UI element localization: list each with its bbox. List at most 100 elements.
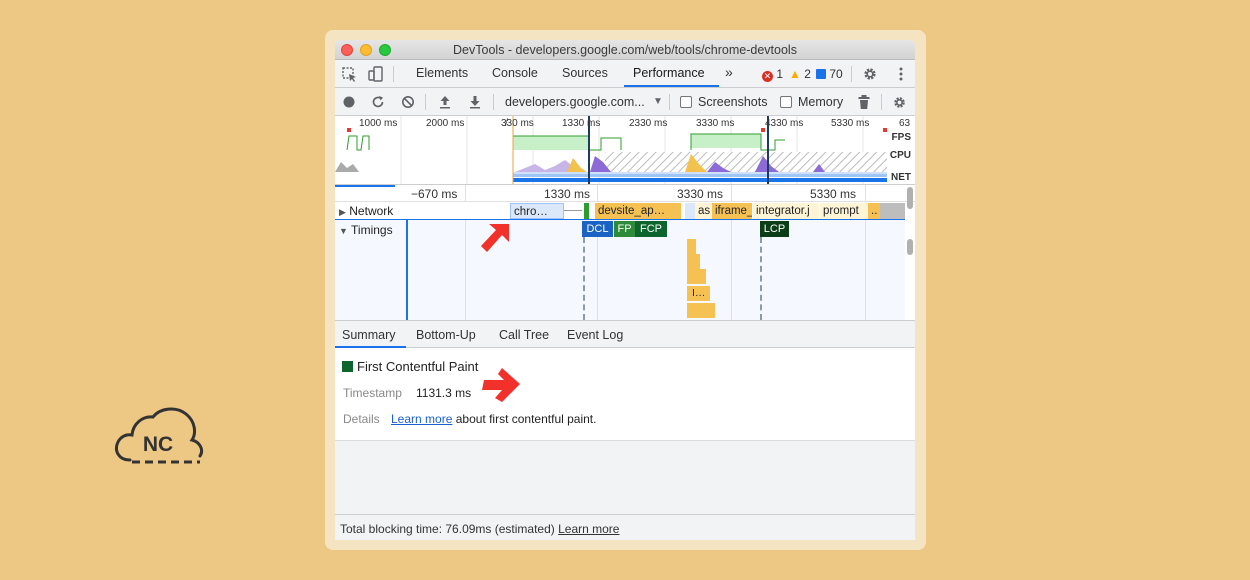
empty-details-area	[335, 440, 915, 514]
screenshots-checkbox[interactable]	[680, 96, 692, 108]
network-track-label: Network	[349, 204, 394, 218]
title-bar: DevTools - developers.google.com/web/too…	[335, 40, 915, 60]
performance-toolbar: developers.google.com... ▼ Screenshots M…	[335, 88, 915, 116]
footer-learn-more-link[interactable]: Learn more	[558, 522, 619, 536]
panel-tab-bar: Elements Console Sources Performance » ✕…	[335, 60, 915, 88]
ruler-tick: 5330 ms	[810, 187, 857, 201]
tab-console[interactable]: Console	[492, 66, 538, 80]
tab-elements[interactable]: Elements	[416, 66, 468, 80]
upload-icon[interactable]	[438, 95, 452, 109]
overview-tick: 2330 ms	[629, 118, 668, 129]
details-text: about first contentful paint.	[455, 412, 597, 426]
message-count: 70	[829, 67, 843, 81]
nc-cloud-logo: NC	[115, 407, 204, 464]
timeline-ruler: −670 ms 1330 ms 3330 ms 5330 ms	[335, 184, 915, 203]
cpu-label: CPU	[889, 150, 911, 161]
tab-summary[interactable]: Summary	[342, 328, 395, 342]
network-request-bar[interactable]: iframe_	[712, 203, 752, 219]
chevron-down-icon[interactable]: ▼	[653, 96, 663, 107]
url-select[interactable]: developers.google.com...	[505, 95, 645, 109]
overview-tick: 4330 ms	[765, 118, 804, 129]
more-options-icon[interactable]	[893, 66, 909, 82]
overview-tick: 1330 ms	[562, 118, 601, 129]
ruler-tick: 3330 ms	[677, 187, 724, 201]
flame-scrollbar[interactable]	[907, 187, 913, 319]
network-request-bar[interactable]: ..	[868, 203, 880, 219]
ruler-tick: 1330 ms	[544, 187, 591, 201]
device-toolbar-icon[interactable]	[368, 66, 384, 82]
record-icon[interactable]	[342, 95, 356, 109]
overview-tick: 3330 ms	[696, 118, 735, 129]
screenshots-label: Screenshots	[698, 95, 768, 109]
fcp-marker[interactable]: FCP	[635, 221, 667, 237]
window-title: DevTools - developers.google.com/web/too…	[453, 43, 797, 57]
fps-label: FPS	[891, 132, 911, 143]
learn-more-link[interactable]: Learn more	[391, 412, 452, 426]
message-count-badge[interactable]: 70	[816, 67, 843, 81]
tab-sources[interactable]: Sources	[562, 66, 608, 80]
total-blocking-time: Total blocking time: 76.09ms (estimated)…	[340, 522, 619, 536]
summary-title: First Contentful Paint	[342, 359, 478, 374]
error-count-badge[interactable]: ✕ 1	[762, 67, 783, 82]
trash-icon[interactable]	[857, 94, 871, 110]
flame-block[interactable]	[687, 254, 700, 269]
selection-start-line	[406, 220, 408, 320]
tab-performance[interactable]: Performance	[633, 66, 705, 80]
timeline-overview[interactable]: 1000 ms 2000 ms 3̸30 ms 1330 ms 2330 ms …	[335, 116, 915, 184]
flame-block[interactable]	[687, 303, 715, 318]
message-icon	[816, 69, 826, 79]
timestamp-value: 1131.3 ms	[416, 386, 472, 400]
settings-gear-icon[interactable]	[862, 66, 878, 82]
timings-track-toggle[interactable]: ▼ Timings	[339, 223, 393, 237]
flame-block[interactable]	[687, 239, 696, 254]
more-tabs-icon[interactable]: »	[725, 64, 733, 80]
error-icon: ✕	[762, 71, 773, 82]
warning-icon: ▲	[789, 67, 801, 81]
logo-text: NC	[143, 433, 173, 456]
flame-block[interactable]	[687, 269, 706, 284]
tab-separator	[393, 66, 394, 82]
timestamp-key: Timestamp	[343, 386, 402, 400]
clear-icon[interactable]	[401, 95, 415, 109]
details-key: Details	[343, 412, 380, 426]
tab-bottom-up[interactable]: Bottom-Up	[416, 328, 476, 342]
download-icon[interactable]	[468, 95, 482, 109]
flame-block[interactable]: I…	[687, 286, 710, 301]
ruler-tick: −670 ms	[411, 187, 458, 201]
status-footer: Total blocking time: 76.09ms (estimated)…	[335, 514, 915, 540]
net-label: NET	[891, 172, 911, 183]
network-request-bar[interactable]: devsite_ap…	[595, 203, 681, 219]
network-request-bar[interactable]: as	[695, 203, 712, 219]
reload-record-icon[interactable]	[371, 95, 385, 109]
tab-event-log[interactable]: Event Log	[567, 328, 623, 342]
inspect-element-icon[interactable]	[342, 67, 358, 83]
network-request-bar[interactable]: prompt	[820, 203, 868, 219]
toolbar-separator	[881, 94, 882, 110]
summary-panel: First Contentful Paint Timestamp 1131.3 …	[335, 348, 915, 440]
fp-marker[interactable]: FP	[614, 221, 635, 237]
network-track-toggle[interactable]: ▶ Network	[339, 204, 393, 218]
tab-call-tree[interactable]: Call Tree	[499, 328, 549, 342]
details-value: Learn more about first contentful paint.	[391, 412, 596, 426]
network-request-bar[interactable]: chro…	[510, 203, 564, 219]
annotation-arrow-icon	[481, 224, 509, 252]
network-track[interactable]: ▶ Network chro… devsite_ap… as iframe_ i…	[335, 202, 905, 220]
fcp-color-swatch	[342, 361, 353, 372]
flame-chart[interactable]: ▶ Network chro… devsite_ap… as iframe_ i…	[335, 202, 905, 320]
lcp-marker-line	[760, 237, 762, 320]
toolbar-separator	[669, 94, 670, 110]
capture-settings-gear-icon[interactable]	[892, 95, 907, 110]
warning-count-badge[interactable]: ▲ 2	[789, 67, 811, 81]
summary-title-text: First Contentful Paint	[357, 359, 479, 374]
overview-tick: 2000 ms	[426, 118, 465, 129]
devtools-window: DevTools - developers.google.com/web/too…	[335, 40, 915, 540]
network-request-bar[interactable]: integrator.j	[753, 203, 819, 219]
timings-track-label: Timings	[351, 223, 393, 237]
overview-tick: 5330 ms	[831, 118, 870, 129]
memory-checkbox[interactable]	[780, 96, 792, 108]
dcl-marker[interactable]: DCL	[582, 221, 613, 237]
annotation-arrow-icon	[482, 368, 520, 402]
lcp-marker[interactable]: LCP	[760, 221, 789, 237]
tab-separator	[851, 66, 852, 82]
details-tab-bar: Summary Bottom-Up Call Tree Event Log	[335, 320, 915, 348]
